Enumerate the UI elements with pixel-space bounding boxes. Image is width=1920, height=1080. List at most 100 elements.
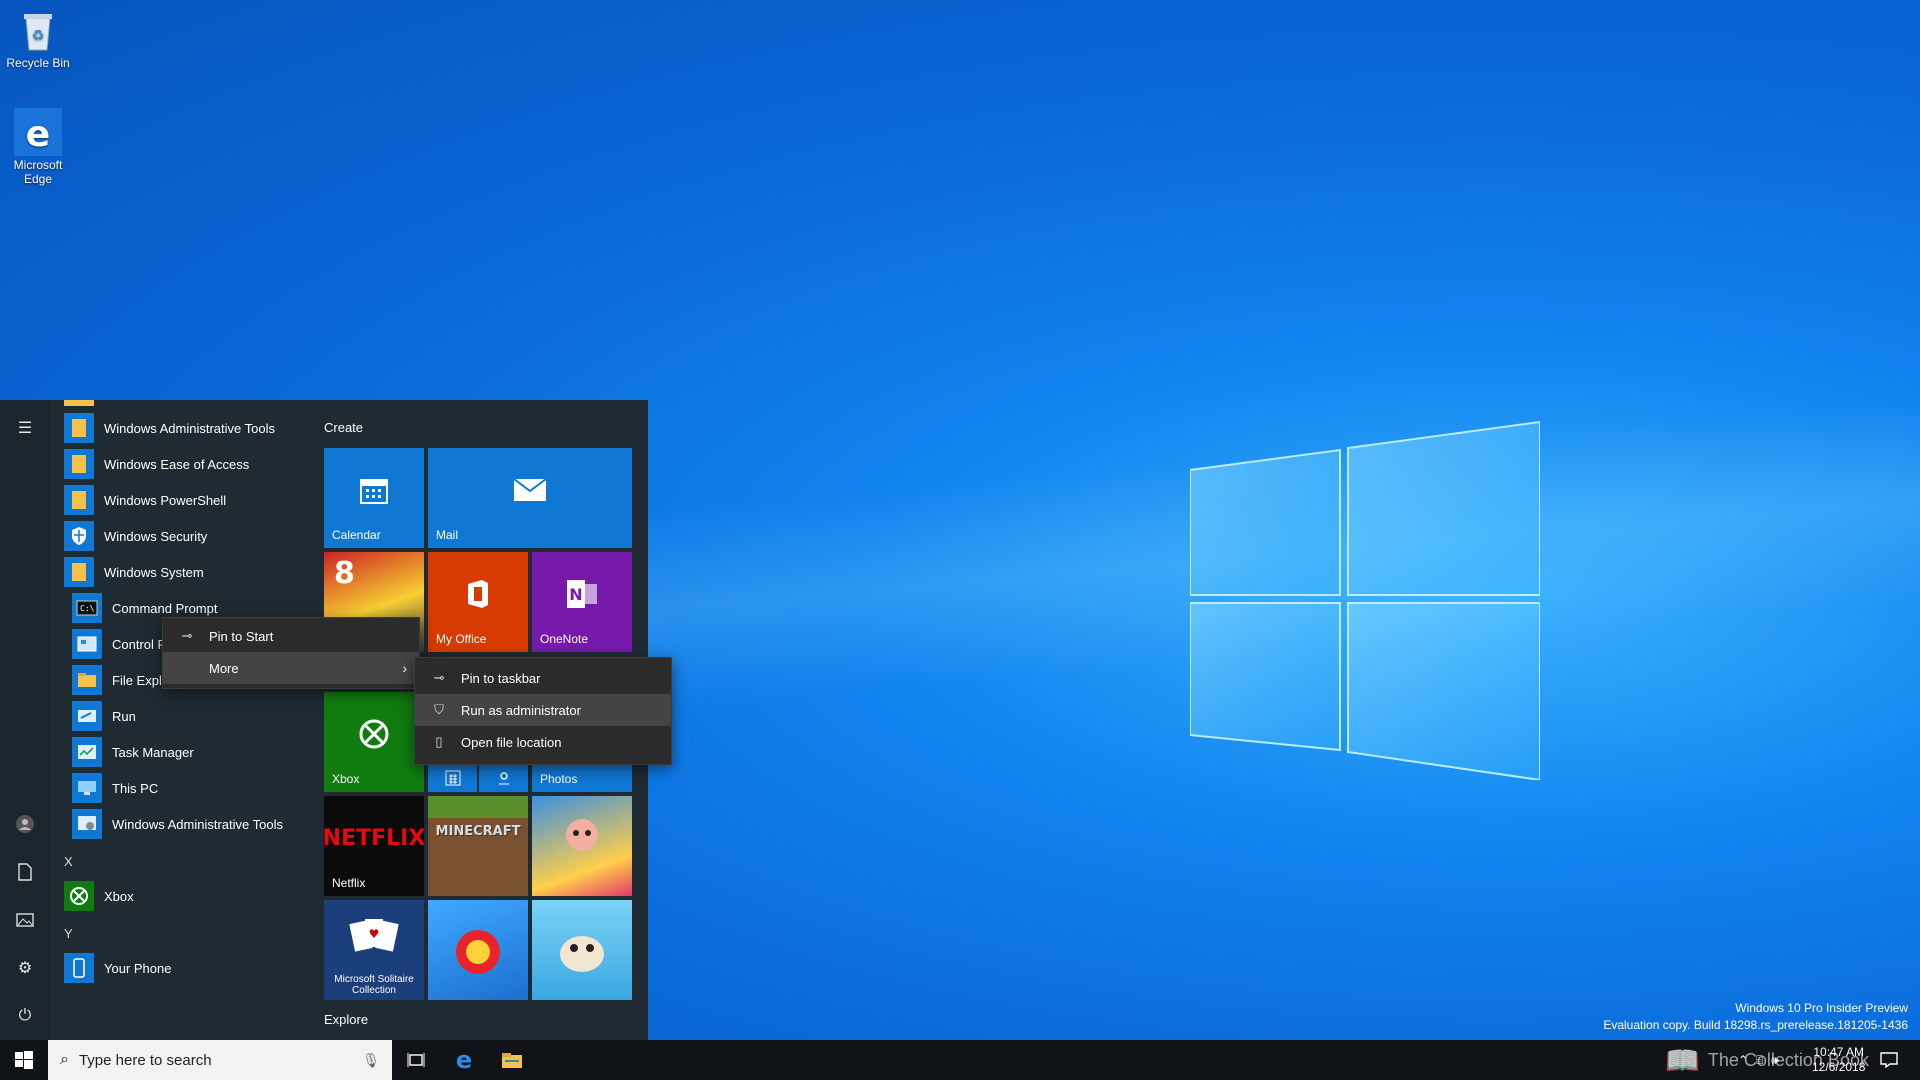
settings-gear-icon[interactable]: ⚙: [13, 956, 37, 980]
hamburger-menu-icon[interactable]: ☰: [13, 416, 37, 440]
minecraft-logo: MINECRAFT: [435, 823, 521, 839]
app-label: File Explo: [112, 672, 170, 688]
documents-icon[interactable]: [13, 860, 37, 884]
action-center-button[interactable]: [1880, 1040, 1898, 1080]
onenote-icon: N: [532, 552, 632, 636]
folder-icon: [64, 557, 94, 587]
tile-onenote[interactable]: N OneNote: [532, 552, 632, 652]
app-label: Windows Security: [104, 528, 208, 544]
clock-date: 12/6/2018: [1812, 1060, 1866, 1074]
app-windows-system[interactable]: Windows System ⌃: [64, 555, 307, 589]
candy-crush-icon: [428, 900, 528, 1000]
menu-item-label: Run as administrator: [461, 702, 581, 718]
tile-photos[interactable]: Photos: [532, 764, 632, 792]
tile-group-header-create[interactable]: Create: [324, 420, 363, 435]
tile-mail[interactable]: Mail: [428, 448, 632, 548]
tile-label: Calendar: [332, 528, 381, 542]
app-xbox[interactable]: Xbox: [64, 879, 307, 913]
app-label: This PC: [112, 780, 159, 796]
tile-netflix[interactable]: NETFLIX Netflix: [324, 796, 424, 896]
microphone-icon[interactable]: 🎙: [362, 1052, 380, 1069]
app-windows-administrative-tools[interactable]: Windows Administrative Tools ⌄: [64, 411, 307, 445]
xbox-icon: [64, 881, 94, 911]
mail-icon: [428, 448, 632, 532]
taskbar-edge-button[interactable]: e: [440, 1040, 488, 1080]
letter-header-x[interactable]: X: [64, 854, 73, 869]
tile-label: My Office: [436, 632, 487, 646]
tile-label: Microsoft Solitaire Collection: [334, 974, 414, 996]
taskbar-search-box[interactable]: ⌕ Type here to search 🎙: [48, 1040, 392, 1080]
tile-maps[interactable]: [479, 764, 528, 792]
app-label: Windows System: [104, 564, 204, 580]
tile-candy-crush-friends[interactable]: [532, 796, 632, 896]
office-icon: [428, 552, 528, 636]
tile-calendar[interactable]: Calendar: [324, 448, 424, 548]
task-manager-icon: [72, 737, 102, 767]
folder-icon: [64, 485, 94, 515]
app-this-pc[interactable]: This PC: [72, 771, 307, 805]
folder-icon-partial: [64, 400, 94, 406]
menu-item-open-file-location[interactable]: ▯ Open file location: [415, 726, 671, 758]
app-label: Xbox: [104, 888, 134, 904]
volume-icon[interactable]: 🕪: [1771, 1053, 1779, 1068]
tile-minecraft[interactable]: MINECRAFT: [428, 796, 528, 896]
edge-icon: e: [455, 1046, 473, 1074]
menu-item-pin-to-taskbar[interactable]: ⊸ Pin to taskbar: [415, 662, 671, 694]
app-label: Your Phone: [104, 960, 172, 976]
clock-time: 10:47 AM: [1813, 1045, 1865, 1059]
menu-item-pin-to-start[interactable]: ⊸ Pin to Start: [163, 620, 419, 652]
run-as-admin-icon: ⛉: [434, 702, 444, 717]
command-prompt-icon: C:\: [72, 593, 102, 623]
netflix-logo: NETFLIX: [324, 825, 424, 851]
app-label: Windows Administrative Tools: [104, 420, 275, 436]
app-label: Windows Administrative Tools: [112, 816, 283, 832]
power-icon[interactable]: ⏻: [13, 1004, 37, 1028]
admin-tools-icon: [72, 809, 102, 839]
search-icon: ⌕: [60, 1051, 69, 1068]
task-view-button[interactable]: [392, 1040, 440, 1080]
desktop-icon-label: Microsoft Edge: [13, 158, 63, 186]
app-label: Windows Ease of Access: [104, 456, 250, 472]
control-panel-icon: [72, 629, 102, 659]
playing-cards-icon: ♥: [324, 900, 424, 972]
user-account-icon[interactable]: [13, 812, 37, 836]
app-windows-administrative-tools-sub[interactable]: Windows Administrative Tools: [72, 807, 307, 841]
app-windows-ease-of-access[interactable]: Windows Ease of Access ⌄: [64, 447, 307, 481]
app-windows-powershell[interactable]: Windows PowerShell ⌄: [64, 483, 307, 517]
tile-xbox[interactable]: Xbox: [324, 692, 424, 792]
taskbar-file-explorer-button[interactable]: [488, 1040, 536, 1080]
app-label: Control P: [112, 636, 167, 652]
tile-farm-heroes[interactable]: [532, 900, 632, 1000]
menu-item-more[interactable]: More ›: [163, 652, 419, 684]
pictures-icon[interactable]: [13, 908, 37, 932]
file-location-icon: ▯: [435, 734, 443, 749]
clock[interactable]: 10:47 AM 12/6/2018: [1812, 1040, 1865, 1080]
app-windows-security[interactable]: Windows Security: [64, 519, 307, 553]
app-task-manager[interactable]: Task Manager: [72, 735, 307, 769]
svg-text:♻: ♻: [32, 28, 45, 44]
app-run[interactable]: Run: [72, 699, 307, 733]
watermark-line-1: Windows 10 Pro Insider Preview: [1735, 1001, 1908, 1015]
tile-calculator[interactable]: [428, 764, 477, 792]
chevron-right-icon: ›: [402, 660, 407, 676]
tile-solitaire[interactable]: ♥ Microsoft Solitaire Collection: [324, 900, 424, 1000]
chevron-up-icon[interactable]: ⌃: [1738, 1053, 1748, 1067]
maps-icon: [479, 764, 528, 792]
tile-my-office[interactable]: My Office: [428, 552, 528, 652]
network-icon[interactable]: ⌸: [1756, 1053, 1763, 1068]
phone-icon: [64, 953, 94, 983]
app-label: Command Prompt: [112, 600, 218, 616]
app-label: Windows PowerShell: [104, 492, 227, 508]
svg-text:N: N: [569, 585, 582, 604]
tile-group-header-explore[interactable]: Explore: [324, 1012, 368, 1027]
tile-candy-crush[interactable]: [428, 900, 528, 1000]
menu-item-label: Open file location: [461, 734, 562, 750]
desktop-icon-microsoft-edge[interactable]: e Microsoft Edge: [0, 108, 76, 186]
letter-header-y[interactable]: Y: [64, 926, 73, 941]
pin-icon: ⊸: [181, 628, 193, 643]
menu-item-run-as-administrator[interactable]: ⛉ Run as administrator: [415, 694, 671, 726]
start-button[interactable]: [0, 1040, 48, 1080]
app-your-phone[interactable]: Your Phone: [64, 951, 307, 985]
desktop-icon-recycle-bin[interactable]: ♻ Recycle Bin: [0, 6, 76, 70]
system-tray: ⌃ ⌸ 🕪: [1738, 1040, 1779, 1080]
